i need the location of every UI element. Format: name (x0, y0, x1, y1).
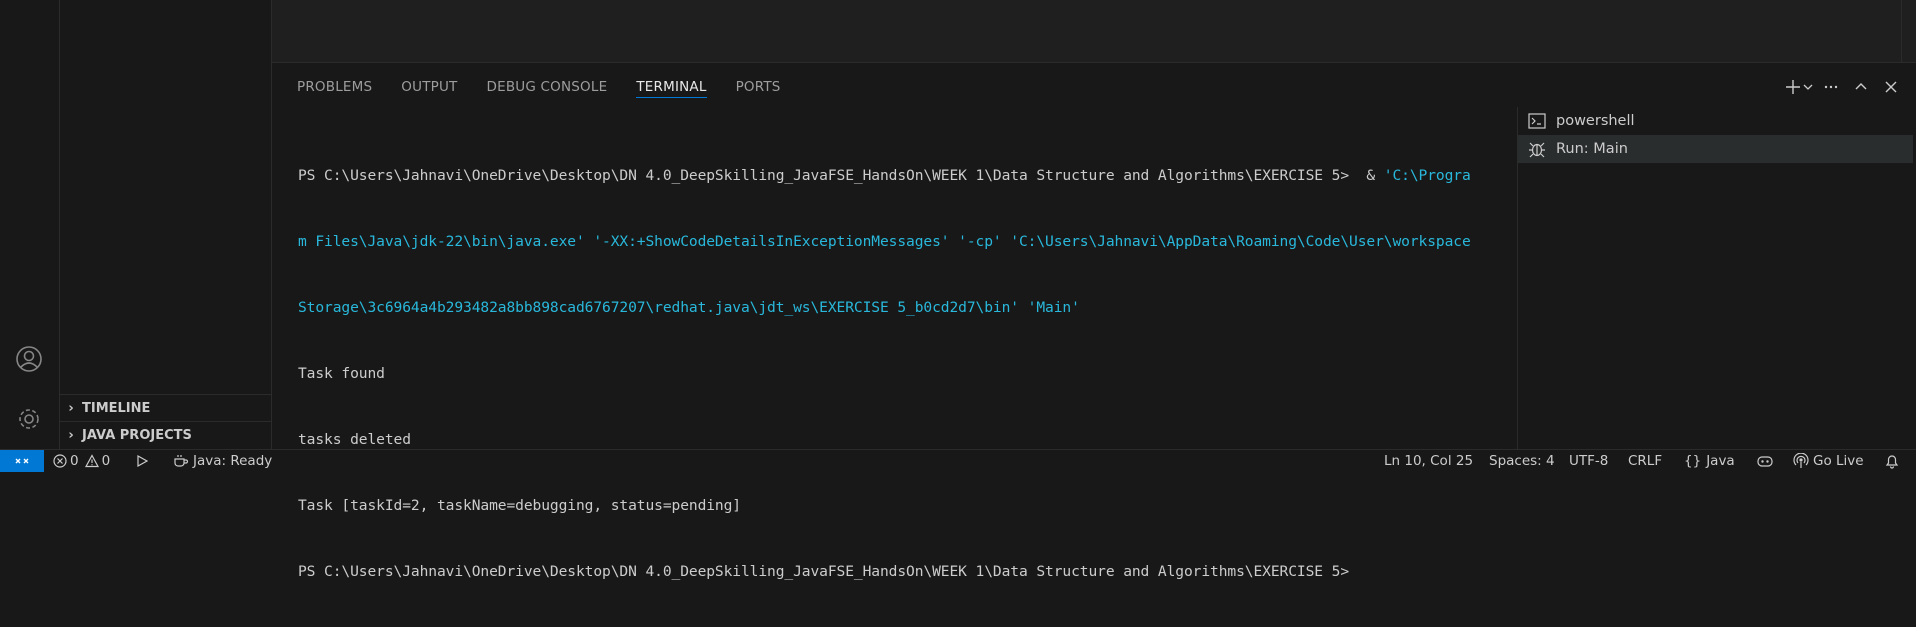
panel-actions (1778, 75, 1906, 99)
coffee-cup-icon (174, 455, 189, 467)
activity-bar (0, 0, 60, 449)
more-actions-button[interactable] (1816, 75, 1846, 99)
chevron-down-icon (1803, 84, 1813, 90)
maximize-panel-button[interactable] (1846, 75, 1876, 99)
encoding-status[interactable]: UTF-8 (1569, 450, 1608, 472)
indentation-status[interactable]: Spaces: 4 (1489, 450, 1555, 472)
terminal-tabs-list: powershell Run: Main (1517, 107, 1913, 450)
error-count: 0 (70, 453, 79, 469)
ellipsis-icon (1824, 85, 1838, 89)
status-bar: 0 0 Java: Ready Ln 10, Col 25 Spaces: 4 … (0, 449, 1916, 472)
java-status-item[interactable]: Java: Ready (173, 450, 272, 472)
gear-icon[interactable] (12, 402, 46, 436)
notifications-button[interactable] (1885, 450, 1899, 472)
broadcast-icon (1793, 453, 1809, 468)
language-mode[interactable]: {} Java (1684, 450, 1735, 472)
run-debug-icon (137, 454, 149, 468)
terminal-output-line: Task [taskId=2, taskName=debugging, stat… (298, 497, 741, 514)
terminal-tab-label: powershell (1556, 113, 1635, 129)
terminal-tab-run-main[interactable]: Run: Main (1518, 135, 1913, 163)
terminal-command: 'C:\Progra (1383, 167, 1471, 184)
copilot-button[interactable] (1756, 450, 1774, 472)
language-label: Java (1706, 453, 1735, 469)
terminal-prompt: PS C:\Users\Jahnavi\OneDrive\Desktop\DN … (298, 563, 1350, 580)
sidebar-section-java-projects[interactable]: › JAVA PROJECTS (60, 421, 271, 449)
terminal-profile-dropdown[interactable] (1800, 75, 1816, 99)
terminal-prompt: PS C:\Users\Jahnavi\OneDrive\Desktop\DN … (298, 167, 1384, 184)
bell-icon (1885, 455, 1899, 469)
warning-icon (84, 454, 99, 468)
tab-output[interactable]: OUTPUT (401, 63, 457, 111)
panel: PROBLEMS OUTPUT DEBUG CONSOLE TERMINAL P… (272, 62, 1916, 580)
chevron-up-icon (1855, 83, 1867, 90)
braces-icon: {} (1684, 453, 1702, 469)
remote-indicator-button[interactable] (0, 450, 44, 472)
close-icon (1885, 81, 1897, 93)
run-debug-status-button[interactable] (135, 450, 151, 472)
tab-ports[interactable]: PORTS (736, 63, 781, 111)
debug-icon (1528, 140, 1550, 158)
error-icon (53, 454, 67, 468)
sidebar-section-timeline[interactable]: › TIMELINE (60, 394, 271, 422)
java-status-label: Java: Ready (193, 453, 273, 469)
remote-icon (15, 458, 29, 464)
editor-area (272, 0, 1916, 62)
java-projects-label: JAVA PROJECTS (82, 428, 192, 443)
terminal-icon (1528, 113, 1550, 129)
tab-terminal[interactable]: TERMINAL (636, 63, 707, 111)
plus-icon (1786, 80, 1800, 94)
timeline-label: TIMELINE (82, 401, 151, 416)
close-panel-button[interactable] (1876, 75, 1906, 99)
accounts-icon[interactable] (12, 342, 46, 376)
go-live-label: Go Live (1813, 453, 1864, 469)
warning-count: 0 (101, 453, 111, 469)
go-live-button[interactable]: Go Live (1793, 450, 1864, 472)
chevron-right-icon: › (68, 428, 74, 443)
chevron-right-icon: › (68, 401, 74, 416)
terminal-tab-label: Run: Main (1556, 141, 1628, 157)
sidebar: › TIMELINE › JAVA PROJECTS (60, 0, 272, 449)
eol-status[interactable]: CRLF (1628, 450, 1662, 472)
tab-problems[interactable]: PROBLEMS (297, 63, 372, 111)
tab-debug-console[interactable]: DEBUG CONSOLE (487, 63, 608, 111)
panel-tabs: PROBLEMS OUTPUT DEBUG CONSOLE TERMINAL P… (272, 63, 785, 111)
problems-indicator[interactable]: 0 0 (53, 450, 110, 472)
editor-scrollbar[interactable] (1901, 0, 1916, 62)
copilot-icon (1757, 456, 1773, 467)
terminal-tab-powershell[interactable]: powershell (1518, 107, 1913, 135)
cursor-position[interactable]: Ln 10, Col 25 (1384, 450, 1473, 472)
